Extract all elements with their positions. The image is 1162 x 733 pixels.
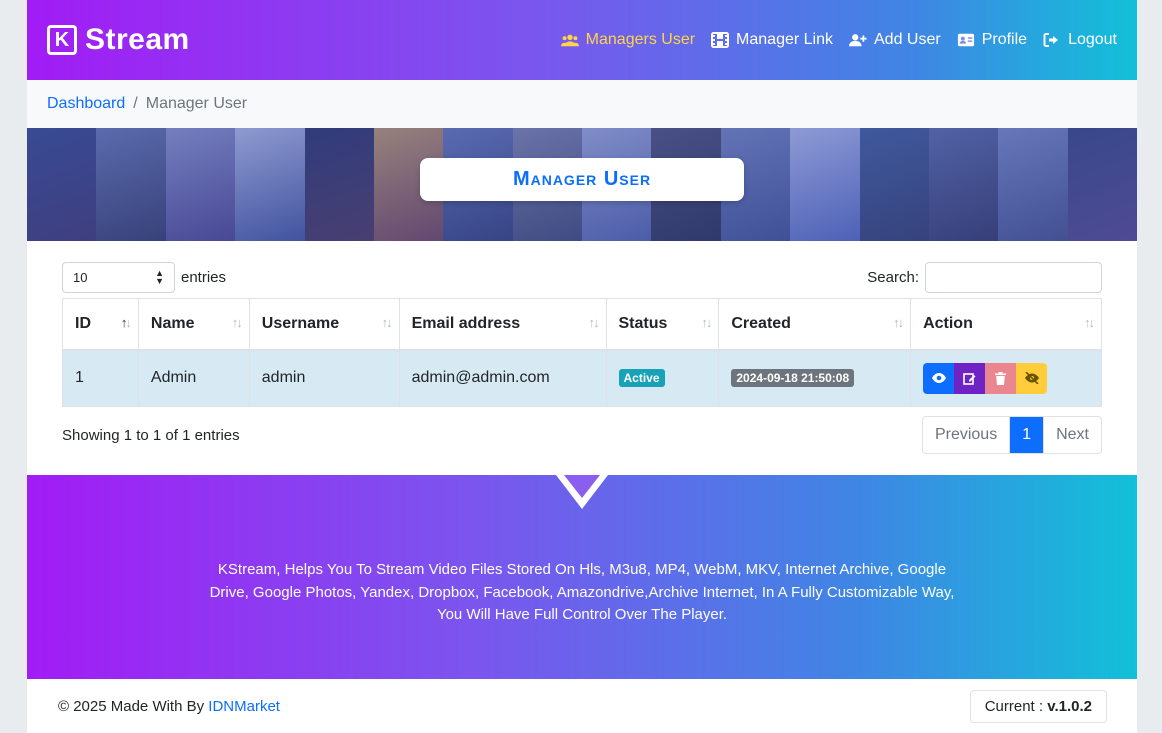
top-navbar: K Stream Managers User Manager Link Add … — [27, 0, 1137, 80]
cell-username: admin — [248, 349, 400, 407]
breadcrumb-separator: / — [133, 95, 138, 112]
eye-slash-icon — [1024, 372, 1039, 385]
sort-icon: ↑↓ — [1084, 315, 1095, 330]
breadcrumb-current: Manager User — [145, 95, 248, 112]
copyright: © 2025 Made With By IDNMarket — [58, 698, 280, 715]
sort-icon: ↑↓ — [893, 315, 904, 330]
nav-manager-link[interactable]: Manager Link — [711, 31, 833, 49]
version-badge: Current : v.1.0.2 — [969, 689, 1107, 723]
brand-logo-icon: K — [47, 25, 77, 55]
edit-button[interactable] — [954, 362, 986, 394]
edit-icon — [963, 372, 976, 385]
nav-label: Manager Link — [736, 31, 833, 48]
nav-managers-user[interactable]: Managers User — [560, 31, 696, 49]
pagination: Previous 1 Next — [921, 416, 1102, 454]
main-nav: Managers User Manager Link Add User Prof… — [560, 31, 1117, 49]
column-header-id[interactable]: ID ↑↓ — [62, 298, 139, 351]
column-header-name[interactable]: Name ↑↓ — [137, 298, 250, 351]
trash-icon — [995, 371, 1007, 385]
nav-add-user[interactable]: Add User — [849, 31, 941, 49]
view-button[interactable] — [923, 362, 955, 394]
sort-icon: ↑↓ — [231, 315, 243, 330]
cell-id: 1 — [62, 349, 139, 407]
pagination-next[interactable]: Next — [1043, 417, 1101, 453]
table-footer: Showing 1 to 1 of 1 entries Previous 1 N… — [62, 416, 1102, 454]
sign-out-icon — [1043, 33, 1059, 47]
created-badge: 2024-09-18 21:50:08 — [731, 369, 855, 388]
promo-text: KStream, Helps You To Stream Video Files… — [209, 561, 955, 623]
version-value: v.1.0.2 — [1047, 697, 1092, 715]
brand[interactable]: K Stream — [47, 23, 190, 57]
table-header-row: ID ↑↓ Name ↑↓ Username ↑↓ Email address ↑↓ S… — [62, 298, 1102, 351]
column-header-action[interactable]: Action ↑↓ — [910, 298, 1102, 351]
breadcrumb: Dashboard / Manager User — [27, 80, 1137, 128]
copyright-text: © 2025 Made With By — [58, 697, 205, 715]
pagination-previous[interactable]: Previous — [923, 417, 1011, 453]
cell-action — [910, 349, 1102, 407]
table-info: Showing 1 to 1 of 1 entries — [62, 426, 240, 444]
nav-logout[interactable]: Logout — [1043, 31, 1117, 49]
column-header-username[interactable]: Username ↑↓ — [248, 298, 400, 351]
nav-label: Profile — [981, 31, 1028, 48]
page-length-suffix: entries — [181, 268, 227, 286]
table-search: Search: — [867, 261, 1102, 293]
page-length: 10 ▲ ▼ entries — [62, 261, 227, 293]
sort-icon: ↑↓ — [588, 315, 600, 330]
cell-email: admin@admin.com — [398, 349, 607, 407]
table-container: 10 ▲ ▼ entries Search: ID ↑↓ Name ↑↓ Userna… — [27, 241, 1137, 454]
column-header-email[interactable]: Email address ↑↓ — [398, 298, 607, 351]
user-plus-icon — [849, 34, 867, 47]
sort-icon: ↑↓ — [381, 315, 393, 330]
banner-title: Manager User — [420, 158, 744, 201]
users-table: ID ↑↓ Name ↑↓ Username ↑↓ Email address ↑↓ S… — [62, 298, 1102, 407]
search-label: Search: — [867, 268, 919, 286]
select-arrows-icon: ▲ ▼ — [155, 268, 164, 286]
nav-label: Add User — [874, 31, 941, 48]
promo-notch-inner — [564, 475, 600, 498]
page: K Stream Managers User Manager Link Add … — [27, 0, 1137, 733]
site-footer: © 2025 Made With By IDNMarket Current : … — [27, 679, 1137, 733]
action-button-group — [923, 362, 1089, 394]
cell-status: Active — [605, 349, 720, 407]
page-length-value: 10 — [73, 269, 88, 285]
brand-name: Stream — [85, 23, 190, 56]
hide-button[interactable] — [1016, 362, 1048, 394]
film-icon — [711, 32, 730, 48]
table-row: 1 Admin admin admin@admin.com Active 202… — [62, 349, 1102, 407]
table-controls: 10 ▲ ▼ entries Search: — [62, 261, 1102, 293]
nav-label: Logout — [1068, 31, 1117, 48]
search-input[interactable] — [925, 261, 1102, 293]
delete-button[interactable] — [985, 362, 1017, 394]
sort-asc-icon: ↑↓ — [120, 315, 132, 330]
sort-icon: ↑↓ — [701, 315, 712, 330]
version-label: Current : — [984, 697, 1044, 715]
footer-author-link[interactable]: IDNMarket — [208, 698, 280, 715]
nav-label: Managers User — [585, 31, 696, 48]
poster-banner: Manager User — [27, 128, 1137, 241]
users-icon — [560, 34, 579, 47]
promo-section: KStream, Helps You To Stream Video Files… — [27, 475, 1137, 679]
cell-created: 2024-09-18 21:50:08 — [718, 349, 912, 407]
column-header-created[interactable]: Created ↑↓ — [718, 298, 912, 351]
pagination-page-1[interactable]: 1 — [1010, 417, 1044, 453]
id-card-icon — [957, 33, 974, 47]
cell-name: Admin — [137, 349, 250, 407]
page-length-select[interactable]: 10 ▲ ▼ — [62, 261, 175, 293]
status-badge: Active — [618, 369, 665, 388]
column-header-status[interactable]: Status ↑↓ — [605, 298, 720, 351]
breadcrumb-home-link[interactable]: Dashboard — [47, 95, 125, 113]
nav-profile[interactable]: Profile — [957, 31, 1027, 49]
eye-icon — [931, 373, 946, 384]
